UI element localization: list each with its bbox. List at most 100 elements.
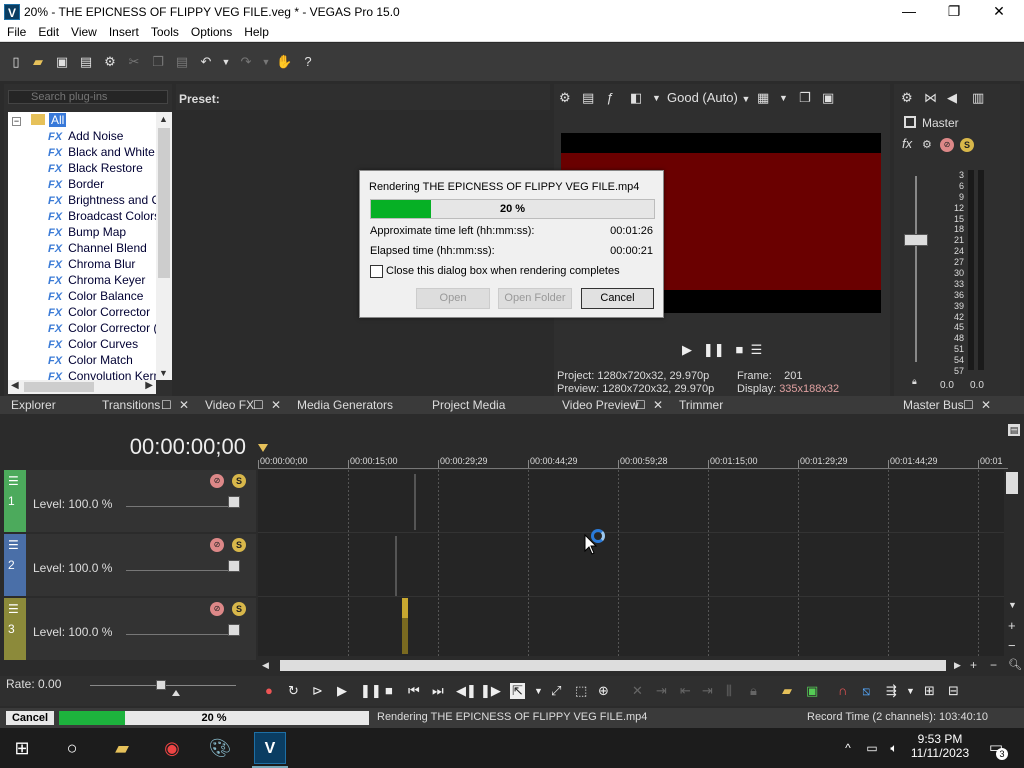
open-folder-button[interactable]: Open Folder — [498, 288, 572, 309]
chrome-icon[interactable]: ◉ — [160, 736, 184, 760]
delete-icon[interactable]: ✕ — [632, 683, 643, 699]
tab-transitions-close-icon[interactable]: ✕ — [179, 398, 189, 412]
close-when-complete-checkbox[interactable] — [370, 265, 383, 278]
overlays-dropdown-icon[interactable]: ▼ — [779, 93, 788, 103]
stop-icon[interactable]: ■ — [735, 342, 743, 357]
timeline-event-clip[interactable] — [402, 598, 408, 654]
master-solo-icon[interactable]: S — [960, 138, 974, 152]
render-as-icon[interactable]: ▤ — [78, 54, 94, 70]
track-2-mute-icon[interactable]: ⊘ — [210, 538, 224, 552]
menu-edit[interactable]: Edit — [31, 24, 64, 41]
copy-snapshot-icon[interactable]: ❐ — [799, 90, 811, 106]
tab-video-fx-close-icon[interactable]: ✕ — [271, 398, 281, 412]
tab-video-preview[interactable]: Video Preview — [562, 398, 639, 412]
track-3-solo-icon[interactable]: S — [232, 602, 246, 616]
lock-event-icon[interactable]: 🔒︎ — [750, 683, 757, 699]
track-2[interactable]: ☰ 2 ⊘ S Level: 100.0 % — [4, 534, 256, 596]
taskbar-search-icon[interactable]: ○ — [60, 736, 84, 760]
loop-playback-icon[interactable]: ↻ — [288, 683, 299, 699]
plugin-item[interactable]: FX Black Restore — [48, 160, 143, 176]
scroll-right-icon[interactable]: ▶ — [954, 660, 961, 671]
track-1-color-strip[interactable]: ☰ 1 — [4, 470, 26, 532]
edit-tool-dropdown-icon[interactable]: ▼ — [534, 686, 543, 696]
track-2-solo-icon[interactable]: S — [232, 538, 246, 552]
transport-play-icon[interactable]: ▶ — [337, 683, 347, 699]
timeline-ruler[interactable]: 00:00:00;00 00:00:15;00 00:00:29;29 00:00:4… — [258, 440, 1008, 470]
track-2-level-slider[interactable] — [126, 570, 236, 571]
hand-tool-icon[interactable]: ✋ — [276, 54, 292, 70]
open-button[interactable]: Open — [416, 288, 490, 309]
track-2-level-knob[interactable] — [228, 560, 240, 572]
lock-envelopes-icon[interactable]: ⊞ — [924, 683, 935, 699]
maximize-button[interactable]: ❐ — [931, 0, 977, 24]
track-1-level-slider[interactable] — [126, 506, 236, 507]
split-screen-icon[interactable]: ◧ — [630, 90, 642, 106]
plugin-item[interactable]: FX Bump Map — [48, 224, 126, 240]
split-icon[interactable]: ⫼ — [726, 683, 732, 699]
master-fader-handle[interactable] — [904, 234, 928, 246]
zoom-in-time-icon[interactable]: + — [970, 658, 977, 672]
redo-dropdown-icon[interactable]: ▼ — [258, 54, 274, 70]
insert-marker-icon[interactable]: ▰ — [782, 683, 792, 699]
tab-video-fx-undock-icon[interactable]: ☐ — [253, 398, 264, 412]
cut-icon[interactable]: ✂ — [126, 54, 142, 70]
tab-video-fx[interactable]: Video FX — [205, 398, 254, 412]
menu-tools[interactable]: Tools — [144, 24, 184, 41]
timeline-menu-icon[interactable]: ▤ — [1008, 424, 1020, 436]
close-when-complete-label[interactable]: Close this dialog box when rendering com… — [386, 265, 620, 277]
selection-tool-icon[interactable]: ⬚ — [575, 683, 587, 699]
trim-end-icon[interactable]: ⇥ — [702, 683, 713, 699]
ignore-grouping-icon[interactable]: ⊟ — [948, 683, 959, 699]
preview-settings-gear-icon[interactable]: ⚙ — [559, 90, 571, 106]
timeline-tracks-area[interactable] — [258, 470, 1018, 656]
trim-start-icon[interactable]: ⇤ — [680, 683, 691, 699]
vegas-taskbar-icon[interactable]: V — [254, 732, 286, 764]
transport-stop-icon[interactable]: ■ — [385, 683, 393, 698]
menu-help[interactable]: Help — [237, 24, 274, 41]
network-icon[interactable]: ▭ — [860, 736, 884, 760]
play-from-start-icon[interactable]: ⊳ — [312, 683, 323, 699]
previous-frame-icon[interactable]: ◀❚ — [456, 683, 477, 699]
track-2-color-strip[interactable]: ☰ 2 — [4, 534, 26, 596]
search-plugins-input[interactable] — [8, 90, 168, 104]
auto-crossfade-icon[interactable]: ⧅ — [862, 683, 870, 699]
tab-master-bus-undock-icon[interactable]: ☐ — [963, 398, 974, 412]
whats-this-help-icon[interactable]: ? — [300, 54, 316, 70]
plugins-horizontal-scrollbar[interactable]: ◀ ▶ — [8, 380, 156, 394]
timeline-horizontal-scrollbar[interactable] — [280, 660, 946, 671]
pause-icon[interactable]: ❚❚ — [703, 342, 725, 357]
overlays-grid-icon[interactable]: ▦ — [757, 90, 769, 106]
track-1[interactable]: ☰ 1 ⊘ S Level: 100.0 % — [4, 470, 256, 532]
track-3-menu-icon[interactable]: ☰ — [8, 602, 19, 616]
track-1-menu-icon[interactable]: ☰ — [8, 474, 19, 488]
plugin-item[interactable]: FX Black and White — [48, 144, 155, 160]
scroll-down-icon[interactable]: ▼ — [1008, 600, 1017, 610]
tab-transitions[interactable]: Transitions — [102, 398, 160, 412]
plugin-item[interactable]: FX Brightness and Co — [48, 192, 156, 208]
track-3-color-strip[interactable]: ☰ 3 — [4, 598, 26, 660]
transport-pause-icon[interactable]: ❚❚ — [360, 683, 382, 699]
tab-transitions-undock-icon[interactable]: ☐ — [161, 398, 172, 412]
preview-menu-icon[interactable]: ☰ — [751, 342, 763, 357]
paint-icon[interactable]: 🎨︎ — [208, 736, 232, 760]
plugin-item[interactable]: FX Add Noise — [48, 128, 123, 144]
zoom-in-vertical-icon[interactable]: + — [1008, 618, 1016, 633]
save-snapshot-icon[interactable]: ▣ — [822, 90, 834, 106]
master-gear-icon[interactable]: ⚙ — [901, 90, 913, 106]
plugin-item[interactable]: FX Color Match — [48, 352, 133, 368]
rate-reset-icon[interactable] — [172, 690, 180, 696]
normal-edit-tool-icon[interactable]: ⇱ — [510, 683, 525, 699]
menu-insert[interactable]: Insert — [102, 24, 144, 41]
preview-device-icon[interactable]: ▤ — [582, 90, 594, 106]
track-1-solo-icon[interactable]: S — [232, 474, 246, 488]
plugin-item[interactable]: FX Chroma Blur — [48, 256, 135, 272]
undo-icon[interactable]: ↶ — [198, 54, 214, 70]
mixer-icon[interactable]: ▥ — [972, 90, 984, 106]
menu-view[interactable]: View — [64, 24, 102, 41]
go-to-start-icon[interactable]: ⏮ — [408, 683, 420, 699]
zoom-tool-icon[interactable]: 🔍︎ — [1008, 658, 1022, 671]
snapping-icon[interactable]: ∩ — [838, 683, 847, 698]
copy-icon[interactable]: ❐ — [150, 54, 166, 70]
plugin-item[interactable]: FX Channel Blend — [48, 240, 147, 256]
track-3-mute-icon[interactable]: ⊘ — [210, 602, 224, 616]
